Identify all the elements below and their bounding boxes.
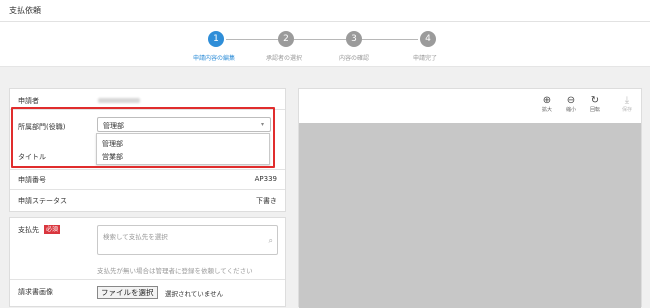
application-no-value: AP339 xyxy=(254,175,277,183)
zoom-in-label: 拡大 xyxy=(541,107,552,113)
title-bar: 支払依頼 xyxy=(0,0,650,22)
download-button[interactable]: ⤓ 保存 xyxy=(617,95,637,114)
zoom-out-button[interactable]: ⊖ 縮小 xyxy=(561,95,581,114)
download-icon: ⤓ xyxy=(624,95,630,106)
step-1-label: 申請内容の編集 xyxy=(193,55,236,62)
step-4-label: 申請完了 xyxy=(413,55,438,62)
status-label: 申請ステータス xyxy=(18,197,67,205)
download-label: 保存 xyxy=(621,107,632,113)
payee-search-input[interactable]: 検索して支払先を選択 ⌕ xyxy=(97,225,278,255)
applicant-name-redacted xyxy=(98,98,140,103)
step-connector xyxy=(362,39,418,40)
divider xyxy=(10,169,285,170)
divider xyxy=(10,189,285,190)
highlight-box xyxy=(11,107,275,168)
step-2-label: 承認者の選択 xyxy=(266,55,303,62)
applicant-label: 申請者 xyxy=(18,97,39,105)
step-connector xyxy=(226,39,278,40)
invoice-image-label: 請求書画像 xyxy=(18,288,53,296)
preview-canvas xyxy=(299,123,641,308)
step-3-label: 内容の確認 xyxy=(339,55,370,62)
payee-placeholder: 検索して支払先を選択 xyxy=(103,233,168,241)
step-4-circle: 4 xyxy=(420,31,436,47)
file-status: 選択されていません xyxy=(165,290,224,298)
zoom-in-button[interactable]: ⊕ 拡大 xyxy=(537,95,557,114)
required-badge: 必須 xyxy=(44,225,61,234)
invoice-preview-panel: ⊕ 拡大 ⊖ 縮小 ↻ 回転 ⤓ 保存 xyxy=(298,88,642,308)
rotate-button[interactable]: ↻ 回転 xyxy=(585,95,605,114)
step-connector xyxy=(294,39,346,40)
step-3-circle: 3 xyxy=(346,31,362,47)
payee-label: 支払先 xyxy=(18,226,39,234)
stepper: 1 2 3 4 申請内容の編集 承認者の選択 内容の確認 申請完了 xyxy=(0,22,650,67)
zoom-out-label: 縮小 xyxy=(565,107,576,113)
step-1-circle: 1 xyxy=(208,31,224,47)
divider xyxy=(10,279,285,280)
step-2-circle: 2 xyxy=(278,31,294,47)
zoom-out-icon: ⊖ xyxy=(566,95,576,106)
status-value: 下書き xyxy=(256,197,277,205)
payment-panel: 支払先 必須 検索して支払先を選択 ⌕ 支払先が無い場合は管理者に登録を依頼して… xyxy=(9,217,286,307)
payee-hint: 支払先が無い場合は管理者に登録を依頼してください xyxy=(97,267,253,275)
choose-file-button[interactable]: ファイルを選択 xyxy=(97,286,158,299)
rotate-label: 回転 xyxy=(589,107,600,113)
zoom-in-icon: ⊕ xyxy=(542,95,552,106)
page-title: 支払依頼 xyxy=(9,6,41,15)
rotate-icon: ↻ xyxy=(590,95,600,106)
search-icon: ⌕ xyxy=(268,236,273,245)
application-no-label: 申請番号 xyxy=(18,176,46,184)
